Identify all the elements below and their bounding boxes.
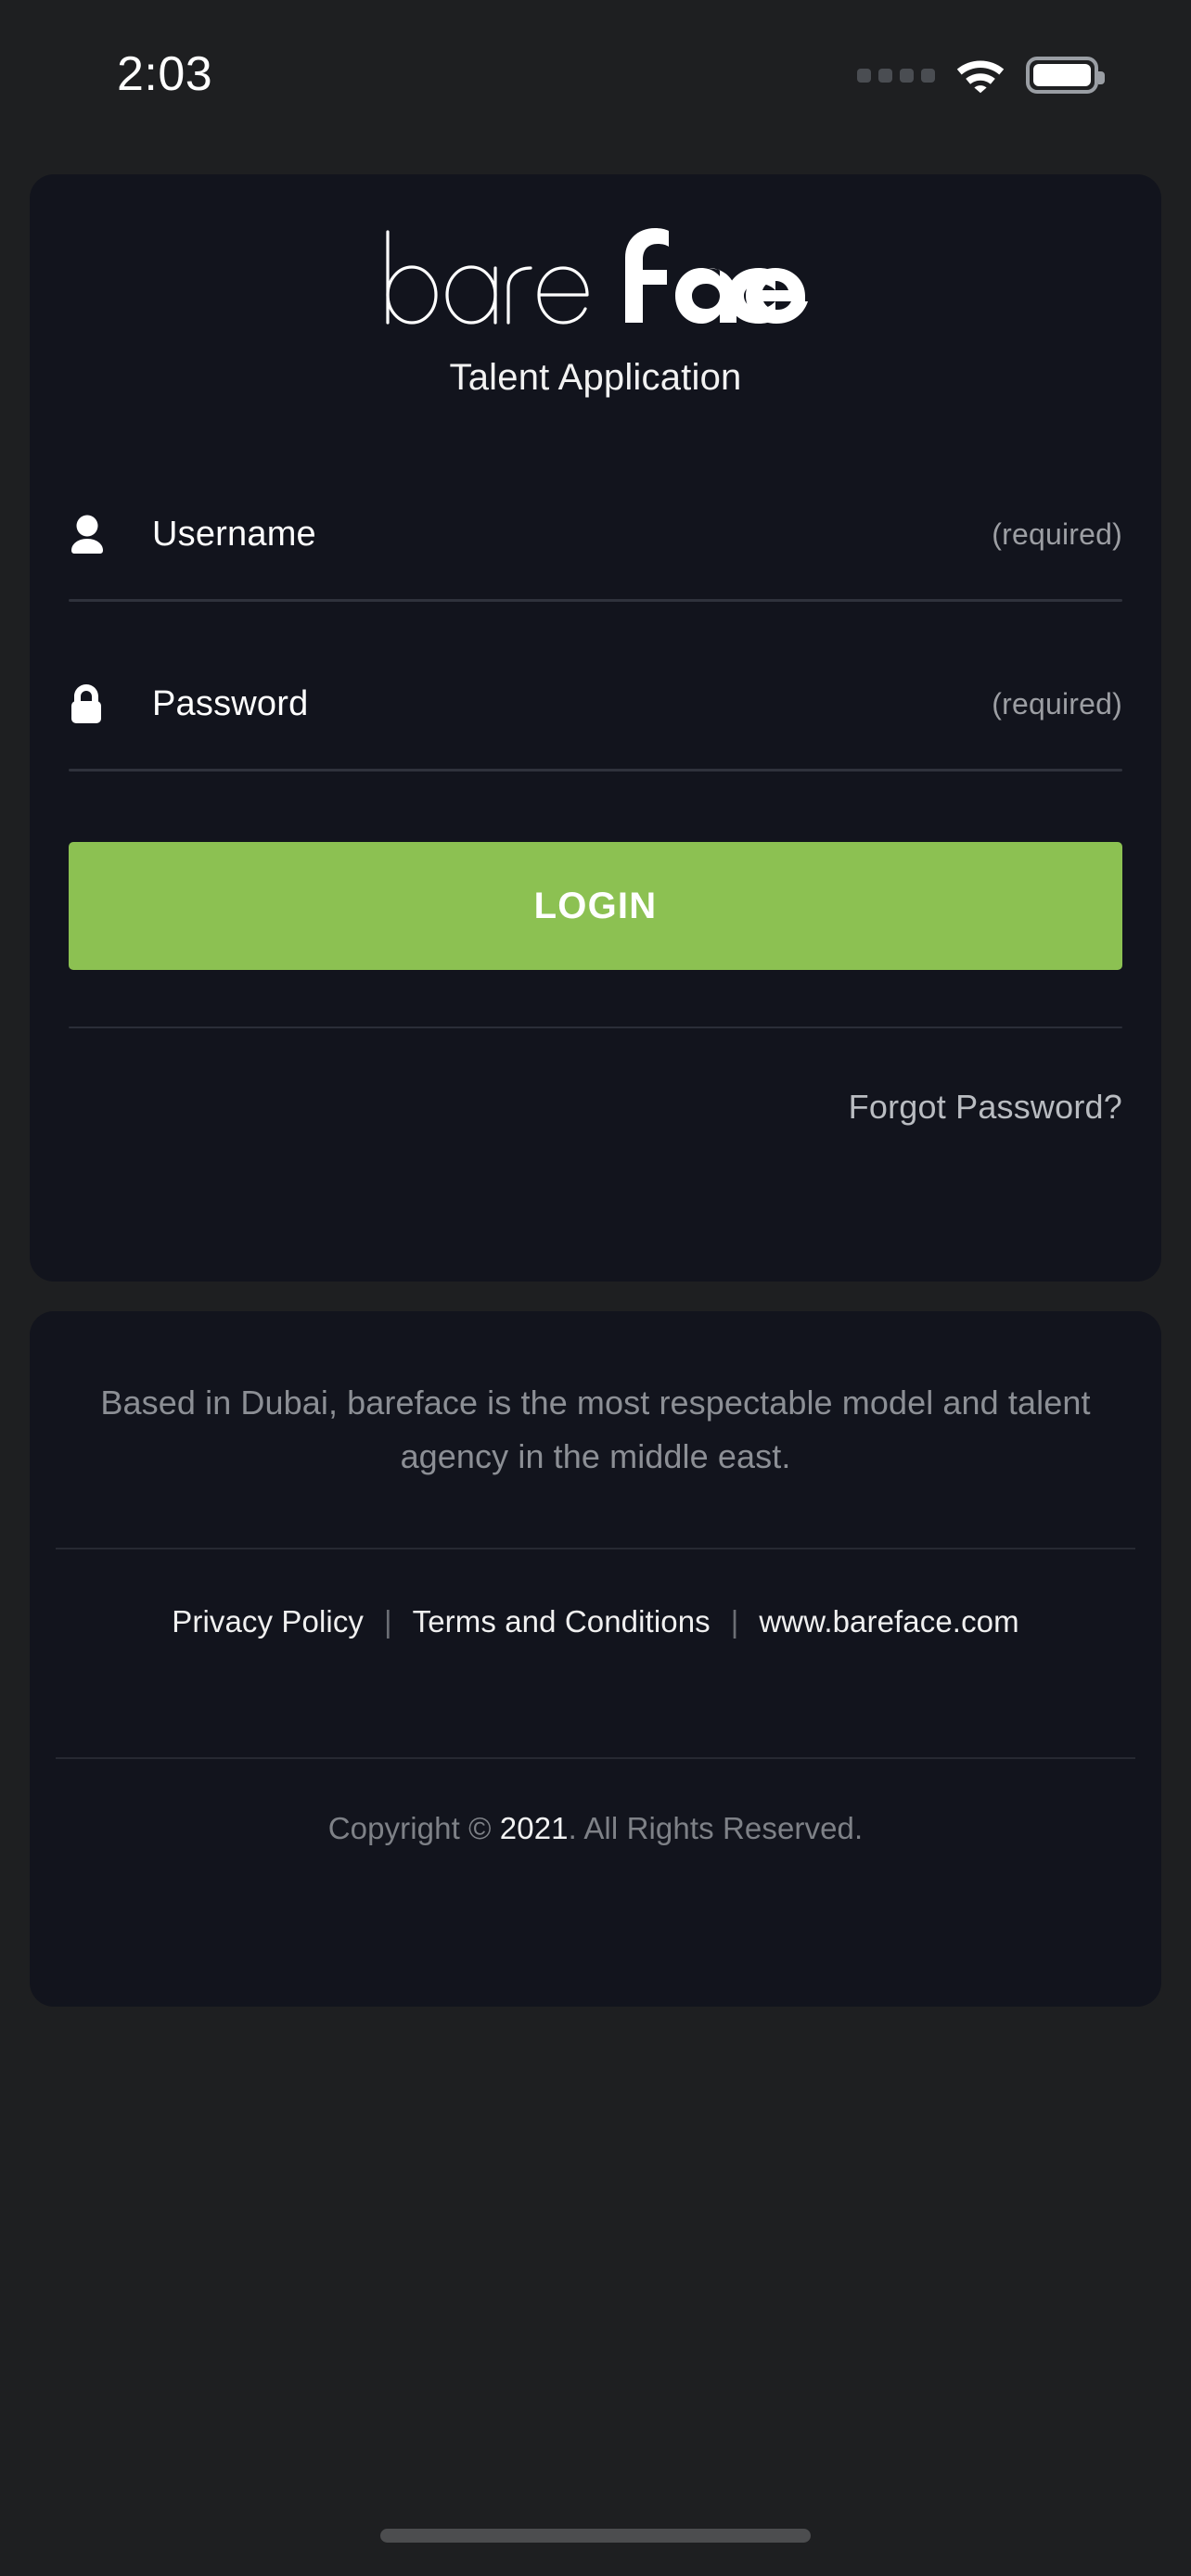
privacy-policy-link[interactable]: Privacy Policy <box>172 1604 364 1639</box>
battery-full-icon <box>1026 57 1105 94</box>
copyright-suffix: . All Rights Reserved. <box>568 1810 864 1845</box>
website-link[interactable]: www.bareface.com <box>759 1604 1018 1639</box>
home-indicator[interactable] <box>380 2529 811 2543</box>
password-field[interactable]: Password (required) <box>69 670 1122 772</box>
agency-description: Based in Dubai, bareface is the most res… <box>100 1384 1091 1476</box>
copyright-year: 2021 <box>499 1810 569 1845</box>
status-bar-time: 2:03 <box>117 47 213 101</box>
terms-and-conditions-link[interactable]: Terms and Conditions <box>413 1604 711 1639</box>
username-required-hint: (required) <box>992 516 1122 551</box>
link-separator: | <box>384 1603 392 1639</box>
wifi-icon <box>956 60 1005 94</box>
footer-card: Based in Dubai, bareface is the most res… <box>30 1311 1161 2007</box>
username-input[interactable]: Username <box>152 515 992 555</box>
person-icon <box>69 514 113 555</box>
login-form: Username (required) Password (required) <box>30 501 1161 772</box>
bareface-logo <box>382 226 809 328</box>
login-card-divider <box>69 1027 1122 1028</box>
page-subtitle: Talent Application <box>449 357 742 398</box>
bareface-logo-mark <box>386 228 808 325</box>
password-input[interactable]: Password <box>152 684 992 724</box>
forgot-password-link[interactable]: Forgot Password? <box>849 1088 1122 1126</box>
footer-links: Privacy Policy | Terms and Conditions | … <box>30 1549 1161 1694</box>
username-underline <box>69 599 1122 602</box>
status-bar: 2:03 <box>0 0 1191 139</box>
login-card: Talent Application Username (required) P… <box>30 174 1161 1282</box>
brand-logo: Talent Application <box>30 174 1161 399</box>
password-underline <box>69 769 1122 772</box>
lock-icon <box>69 682 113 725</box>
phone-screen: 2:03 Talent Application Username (requir… <box>0 0 1191 2576</box>
username-field[interactable]: Username (required) <box>69 501 1122 602</box>
status-bar-indicators <box>857 57 1105 94</box>
signal-dots-icon <box>857 68 935 83</box>
copyright-prefix: Copyright © <box>327 1810 500 1845</box>
link-separator: | <box>730 1603 739 1639</box>
login-button[interactable]: LOGIN <box>69 842 1122 970</box>
copyright-notice: Copyright © 2021. All Rights Reserved. <box>30 1759 1161 1846</box>
forgot-password-row: Forgot Password? <box>30 1088 1161 1127</box>
password-required-hint: (required) <box>992 686 1122 721</box>
